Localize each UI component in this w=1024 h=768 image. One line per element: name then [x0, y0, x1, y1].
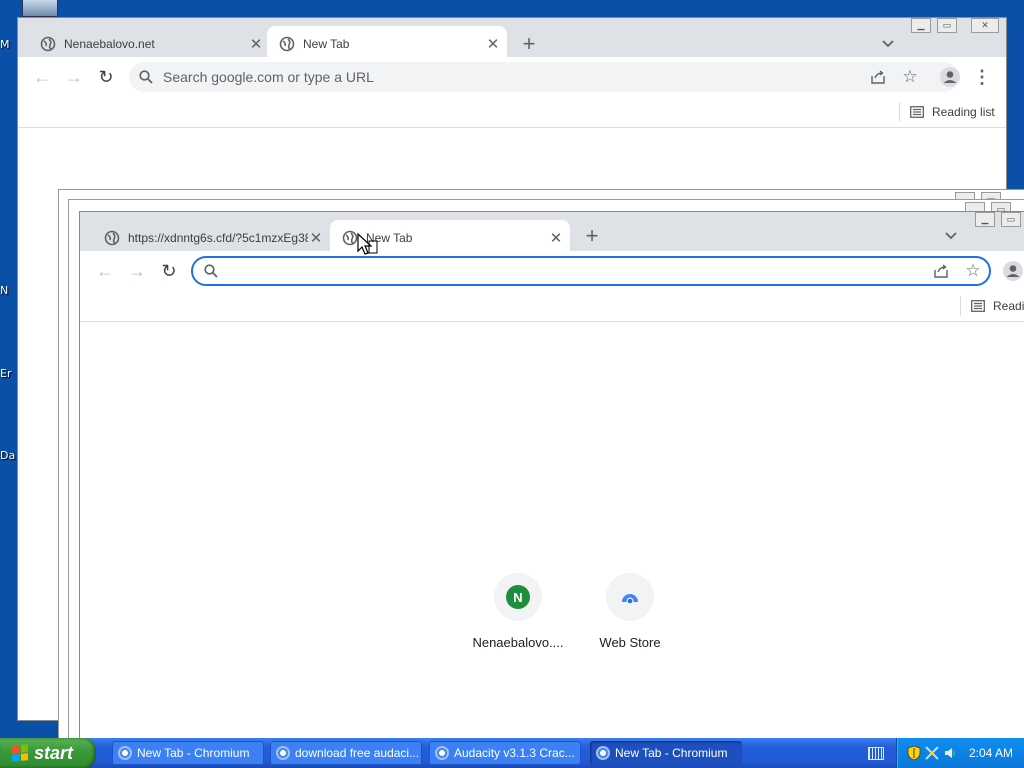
bookmark-star-icon[interactable]: ☆ — [961, 259, 985, 283]
start-button[interactable]: start — [0, 738, 96, 768]
forward-arrow-icon[interactable]: → — [125, 259, 149, 283]
toolbar: ← → ↻ Search google.com or type a URL ☆ … — [18, 57, 1006, 97]
back-arrow-icon[interactable]: ← — [93, 259, 117, 283]
menu-kebab-icon[interactable]: ⋮ — [972, 65, 992, 89]
web-store-icon — [622, 594, 638, 605]
globe-icon — [104, 230, 120, 246]
tab-search-chevron-icon[interactable] — [876, 32, 900, 56]
system-tray: 2:04 AM — [896, 738, 1024, 768]
separator — [899, 102, 900, 122]
mouse-cursor-icon — [357, 233, 378, 255]
shortcut-label: Web Store — [599, 635, 661, 650]
close-tab-icon[interactable]: ✕ — [485, 36, 501, 53]
profile-avatar-icon[interactable] — [1001, 259, 1024, 283]
shortcut-tile[interactable]: Web Store — [574, 573, 686, 650]
taskbar-button[interactable]: Audacity v3.1.3 Crac... — [429, 741, 581, 765]
chromium-icon — [118, 746, 132, 760]
reading-list-icon — [971, 300, 985, 312]
taskbar-button[interactable]: download free audaci... — [270, 741, 422, 765]
separator — [960, 296, 961, 316]
forward-arrow-icon[interactable]: → — [62, 65, 86, 89]
maximize-button[interactable]: ▭ — [937, 18, 957, 33]
bookmarks-bar: Reading list — [18, 97, 1006, 128]
search-icon — [139, 70, 153, 84]
minimize-button[interactable]: ▁ — [911, 18, 931, 33]
new-tab-button[interactable]: + — [517, 31, 541, 56]
taskbar-button-label: Audacity v3.1.3 Crac... — [454, 746, 575, 760]
maximize-button[interactable]: ▭ — [1001, 212, 1021, 227]
taskbar: start New Tab - Chromium download free a… — [0, 738, 1024, 768]
profile-avatar-icon[interactable] — [938, 65, 962, 89]
new-tab-button[interactable]: + — [580, 223, 604, 248]
clock[interactable]: 2:04 AM — [969, 746, 1013, 760]
tab-search-chevron-icon[interactable] — [939, 224, 963, 248]
reload-icon[interactable]: ↻ — [157, 259, 181, 283]
shortcut-letter-icon: N — [506, 585, 530, 609]
tab-strip: https://xdnntg6s.cfd/?5c1mzxEg38 ✕ New T… — [80, 212, 1024, 256]
globe-icon — [279, 36, 295, 52]
chromium-icon — [596, 746, 610, 760]
taskbar-button[interactable]: New Tab - Chromium — [112, 741, 264, 765]
bookmarks-bar: Readin — [80, 291, 1024, 322]
reading-list-label: Reading list — [932, 105, 995, 119]
toolbar: ← → ↻ ☆ — [80, 251, 1024, 291]
tab-title: New Tab — [366, 231, 413, 245]
omnibox-placeholder: Search google.com or type a URL — [163, 69, 374, 85]
shortcut-icon-bg — [606, 573, 654, 621]
keyboard-icon[interactable] — [868, 747, 884, 760]
shortcut-icon-bg: N — [494, 573, 542, 621]
globe-icon — [342, 230, 358, 246]
tab-title: https://xdnntg6s.cfd/?5c1mzxEg38 — [128, 231, 308, 245]
volume-icon[interactable] — [943, 746, 957, 760]
taskbar-button-label: New Tab - Chromium — [615, 746, 728, 760]
back-arrow-icon[interactable]: ← — [30, 65, 54, 89]
network-icon[interactable] — [925, 746, 939, 760]
close-tab-icon[interactable]: ✕ — [248, 36, 264, 53]
share-icon[interactable] — [929, 259, 953, 283]
tab-strip: Nenaebalovo.net ✕ New Tab ✕ + ▁ ▭ ✕ — [18, 18, 1006, 62]
desktop-icon-image[interactable] — [22, 0, 58, 17]
taskbar-button-active[interactable]: New Tab - Chromium — [590, 741, 742, 765]
desktop-icon-label[interactable]: M — [0, 38, 10, 51]
close-tab-icon[interactable]: ✕ — [308, 230, 324, 247]
tab-title: Nenaebalovo.net — [64, 37, 155, 51]
windows-logo-icon — [12, 744, 28, 762]
globe-icon — [40, 36, 56, 52]
shortcut-tile[interactable]: N Nenaebalovo.... — [462, 573, 574, 650]
omnibox[interactable]: Search google.com or type a URL — [129, 62, 959, 92]
taskbar-button-label: New Tab - Chromium — [137, 746, 250, 760]
chromium-icon — [435, 746, 449, 760]
close-window-button[interactable]: ✕ — [971, 18, 999, 33]
desktop-icon-label[interactable]: N — [0, 284, 8, 297]
reading-list-button[interactable]: Reading list — [899, 102, 995, 122]
start-label: start — [34, 742, 74, 763]
taskbar-button-label: download free audaci... — [295, 746, 420, 760]
tab-title: New Tab — [303, 37, 350, 51]
share-icon[interactable] — [866, 65, 890, 89]
chromium-icon — [276, 746, 290, 760]
close-tab-icon[interactable]: ✕ — [548, 230, 564, 247]
security-shield-icon[interactable] — [907, 745, 921, 761]
minimize-button[interactable]: ▁ — [975, 212, 995, 227]
desktop-icon-label[interactable]: Da — [0, 449, 15, 462]
omnibox[interactable] — [191, 256, 991, 286]
bookmark-star-icon[interactable]: ☆ — [898, 65, 922, 89]
reading-list-icon — [910, 106, 924, 118]
front-browser-window: https://xdnntg6s.cfd/?5c1mzxEg38 ✕ New T… — [80, 212, 1024, 738]
reading-list-label: Readin — [993, 299, 1024, 313]
search-icon — [204, 264, 218, 278]
desktop-icon-label[interactable]: Er — [0, 367, 11, 380]
reload-icon[interactable]: ↻ — [94, 65, 118, 89]
shortcut-label: Nenaebalovo.... — [472, 635, 564, 650]
reading-list-button[interactable]: Readin — [960, 296, 1024, 316]
